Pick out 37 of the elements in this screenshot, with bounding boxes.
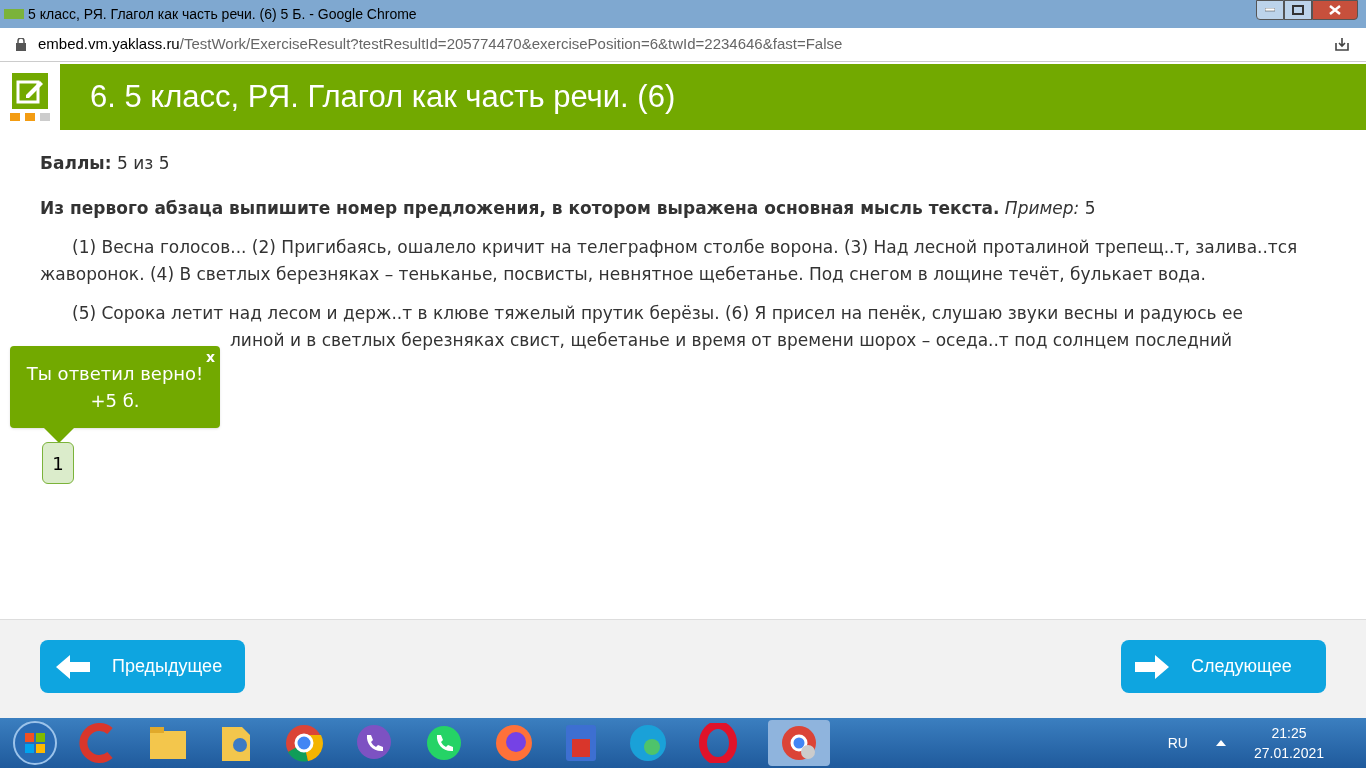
close-button[interactable] bbox=[1312, 0, 1358, 20]
answer-field: 1 bbox=[42, 442, 74, 484]
clock[interactable]: 21:25 27.01.2021 bbox=[1253, 723, 1324, 763]
language-indicator[interactable]: RU bbox=[1167, 732, 1188, 754]
next-button[interactable]: Следующее bbox=[1121, 640, 1326, 693]
browser-icon[interactable] bbox=[768, 720, 830, 766]
folder-icon[interactable] bbox=[148, 725, 188, 761]
page-icon bbox=[4, 7, 24, 21]
wave-globe-icon[interactable] bbox=[628, 723, 668, 763]
score-text: Баллы: 5 из 5 bbox=[40, 152, 171, 175]
fox-globe-icon[interactable] bbox=[494, 723, 534, 763]
pencil-square-icon bbox=[12, 73, 48, 109]
close-icon bbox=[1329, 5, 1341, 15]
window-title: 5 класс, РЯ. Глагол как часть речи. (6) 5 Б. - Google Chrome bbox=[28, 4, 417, 24]
start-button[interactable] bbox=[12, 720, 58, 766]
close-button[interactable]: x bbox=[205, 344, 215, 371]
arrow-left-icon bbox=[56, 654, 90, 679]
lock-icon bbox=[16, 38, 26, 51]
phone-chat-icon[interactable] bbox=[424, 723, 464, 763]
maximize-icon bbox=[1292, 5, 1304, 15]
caret-up-icon[interactable] bbox=[1215, 740, 1226, 746]
previous-button[interactable]: Предыдущее bbox=[40, 640, 245, 693]
arrow-right-icon bbox=[1135, 654, 1169, 679]
exercise-title: 6. 5 класс, РЯ. Глагол как часть речи. (6) bbox=[90, 77, 676, 116]
question-text: Из первого абзаца выпишите номер предложения, в котором выражена основная мысль текста. Пример: 5 bbox=[40, 197, 1097, 220]
paragraph-text: линой и в светлых березняках свист, щебетанье и время от времени шорох – оседа..т под солнцем последний bbox=[229, 329, 1233, 352]
feedback-message: Ты ответил верно! bbox=[26, 362, 204, 386]
squares-icon bbox=[10, 113, 50, 121]
paragraph-text: (5) Сорока летит над лесом и держ..т в клюве тяжелый прутик берёзы. (6) Я присел на пенёк, слушаю звуки весны и радуюсь ее bbox=[71, 302, 1244, 325]
browser-icon[interactable] bbox=[284, 723, 324, 763]
address-field[interactable]: embed.vm.yaklass.ru/TestWork/ExerciseResult?testResultId=205774470&exercisePosition=6&twId=2234646&fast=False bbox=[38, 33, 843, 56]
minimize-icon bbox=[1265, 8, 1275, 12]
paragraph-text: (1) Весна голосов... (2) Пригибаясь, ошалело кричит на телеграфном столбе ворона. (3) Над лесной проталиной трепещ..т, залива..тся жаворонок. (4) В светлых березняках – теньканье, посвисты, невнятное щебетанье. Под снегом в лощине течёт, булькает вода. bbox=[40, 236, 1299, 286]
download-icon[interactable] bbox=[1334, 37, 1350, 52]
minimize-button[interactable] bbox=[1256, 0, 1284, 20]
points-text: +5 б. bbox=[90, 389, 140, 413]
maximize-button[interactable] bbox=[1284, 0, 1312, 20]
